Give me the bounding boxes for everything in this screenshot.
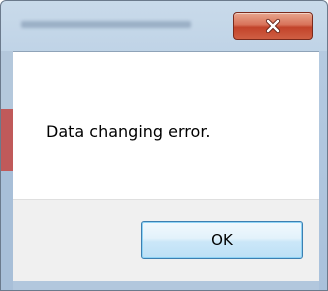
blurred-title-text: [21, 21, 191, 28]
close-button[interactable]: [233, 12, 313, 40]
window-title: [21, 9, 221, 39]
button-bar: OK: [13, 199, 319, 281]
ok-button[interactable]: OK: [141, 221, 303, 259]
background-window-edge: [1, 51, 13, 290]
close-icon: [265, 18, 281, 34]
window-border-right: [319, 51, 327, 290]
error-message: Data changing error.: [46, 122, 211, 141]
title-bar[interactable]: [1, 1, 327, 51]
message-area: Data changing error.: [13, 51, 319, 199]
message-dialog: Data changing error. OK: [0, 0, 328, 291]
window-border-bottom: [13, 281, 319, 290]
